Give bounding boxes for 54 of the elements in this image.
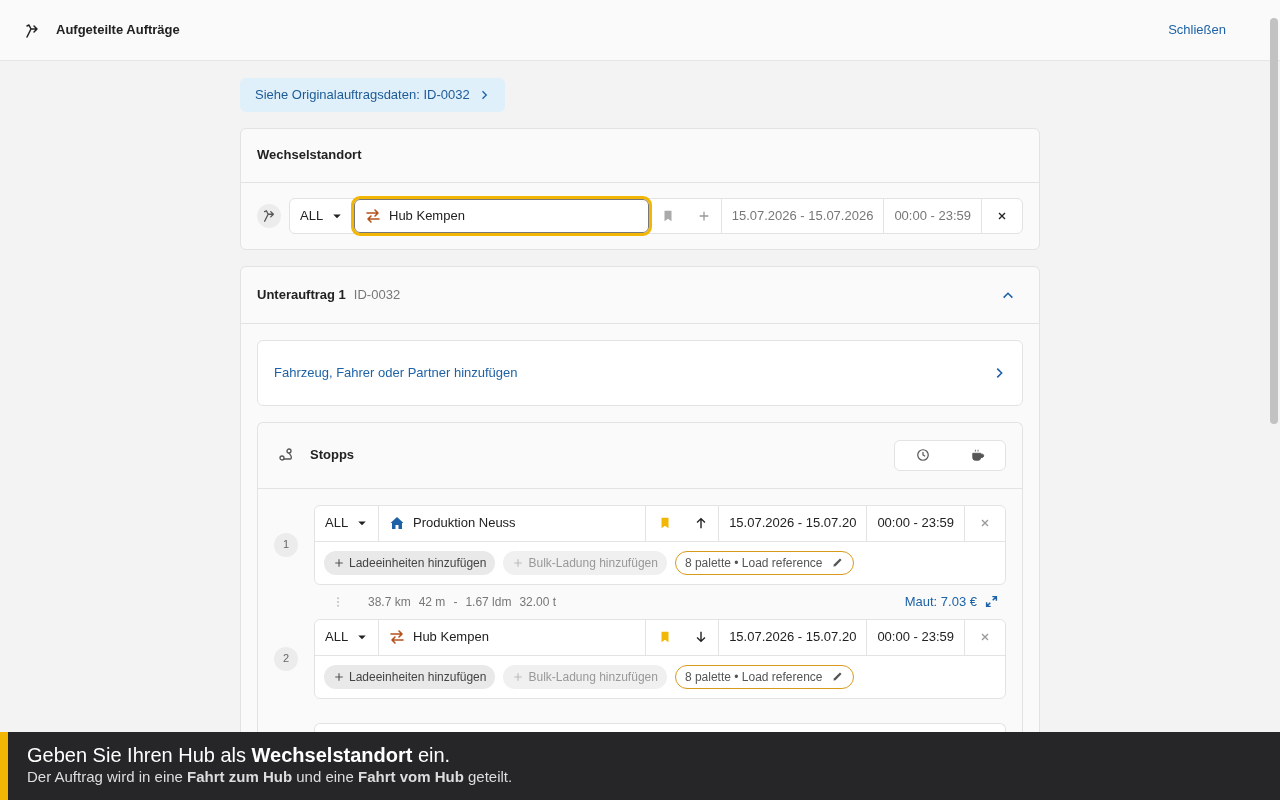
add-load-button: Bulk-Ladung hinzufügen (503, 550, 667, 575)
page-title: Aufgeteilte Aufträge (56, 21, 180, 40)
leg-metric: 1.67 ldm (465, 593, 512, 611)
plus-icon (333, 670, 345, 683)
close-icon (979, 631, 991, 643)
leg-metric: 42 m (418, 593, 446, 611)
plus-icon (512, 556, 525, 569)
type-select[interactable]: ALL (315, 505, 379, 541)
close-icon (979, 517, 991, 529)
clock-icon[interactable] (915, 448, 930, 462)
location-field[interactable]: Hub Kempen (379, 619, 647, 655)
stop-number: 2 (274, 646, 298, 671)
hint-text: Der Auftrag wird in eine Fahrt zum Hub und eine Fahrt vom Hub geteilt. (27, 767, 514, 787)
stop-number: 1 (274, 532, 298, 557)
swap-arrows-icon (389, 629, 405, 645)
coffee-cup-icon[interactable] (970, 448, 985, 462)
type-select[interactable]: ALL (315, 619, 379, 655)
pencil-icon (830, 556, 844, 569)
plus-icon (333, 556, 345, 569)
leg-metric: - (453, 593, 458, 611)
original-order-link[interactable]: Siehe Originalauftragsdaten: ID-0032 (240, 78, 505, 112)
pencil-icon (830, 670, 844, 683)
load-chip[interactable]: 8 palette • Load reference (674, 550, 854, 575)
date-range-field[interactable]: 15.07.2026 - 15.07.2026 (721, 198, 885, 233)
swap-arrows-icon (365, 207, 381, 224)
plus-icon (512, 670, 525, 683)
hint-headline: Geben Sie Ihren Hub als Wechselstandort ein. (27, 743, 452, 767)
date-range-field[interactable]: 15.07.2026 - 15.07.20 (719, 619, 868, 655)
leg-metric: 32.00 t (519, 593, 557, 611)
suborder-title: Unterauftrag 1 (257, 285, 346, 304)
location-field[interactable]: Hub Kempen (354, 198, 649, 233)
time-range-field[interactable]: 00:00 - 23:59 (867, 619, 965, 655)
add-load-button: Bulk-Ladung hinzufügen (503, 664, 667, 689)
leg-metric: 38.7 km (368, 593, 411, 611)
expand-icon[interactable] (985, 595, 998, 608)
link-label: Siehe Originalauftragsdaten: ID-0032 (255, 86, 470, 104)
date-range-field[interactable]: 15.07.2026 - 15.07.20 (719, 505, 868, 541)
assign-link[interactable]: Fahrzeug, Fahrer oder Partner hinzufügen (257, 339, 1023, 406)
add-load-button[interactable]: Ladeeinheiten hinzufügen (324, 664, 496, 689)
toll-link[interactable]: Maut: 7.03 € (904, 591, 977, 612)
split-icon (262, 208, 276, 223)
close-link[interactable]: Schließen (1168, 20, 1226, 40)
section-title: Wechselstandort (257, 146, 362, 165)
time-range-field[interactable]: 00:00 - 23:59 (884, 198, 982, 233)
section-title: Stopps (310, 446, 355, 465)
add-load-button[interactable]: Ladeeinheiten hinzufügen (324, 550, 496, 575)
location-field[interactable]: Produktion Neuss (379, 505, 647, 541)
load-chip[interactable]: 8 palette • Load reference (674, 664, 854, 689)
order-id: ID-0032 (353, 285, 401, 304)
home-icon (389, 515, 405, 531)
route-icon (278, 447, 294, 463)
view-toggle[interactable] (894, 439, 1006, 471)
time-range-field[interactable]: 00:00 - 23:59 (867, 505, 965, 541)
split-icon (24, 22, 40, 39)
